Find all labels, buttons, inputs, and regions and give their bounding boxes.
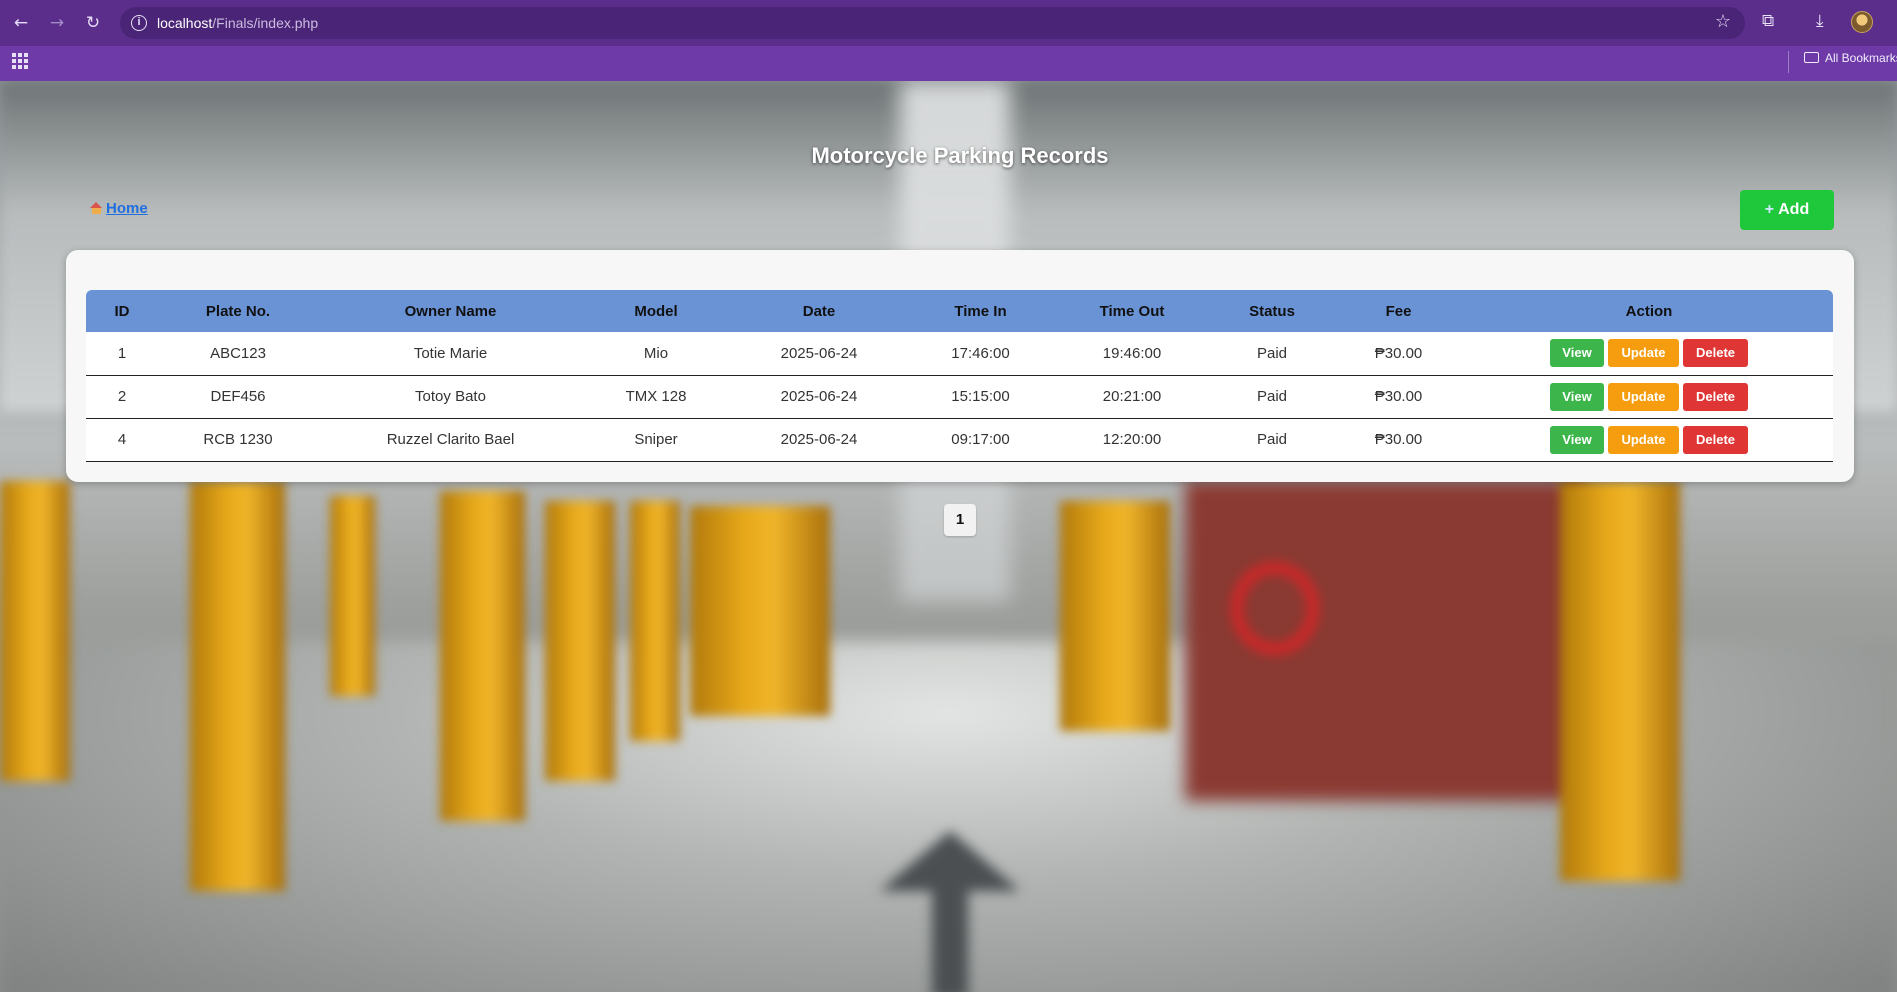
url-path: /Finals/index.php: [212, 15, 319, 31]
home-link[interactable]: Home: [90, 200, 148, 217]
url-text[interactable]: localhost/Finals/index.php: [157, 15, 318, 31]
column-header-date: Date: [802, 302, 836, 320]
cell-time-in: 09:17:00: [909, 418, 1052, 462]
forward-arrow-icon[interactable]: →: [44, 10, 70, 36]
column-header-model: Model: [634, 302, 678, 320]
cell-time-in: 15:15:00: [909, 375, 1052, 419]
cell-model: Sniper: [583, 418, 729, 462]
bookmarks-bar: All Bookmarks: [0, 46, 1897, 81]
background-pillar: [0, 481, 70, 781]
cell-time-in: 17:46:00: [909, 332, 1052, 376]
background-pillar: [1560, 481, 1680, 881]
cell-model: Mio: [583, 332, 729, 376]
cell-fee: ₱30.00: [1332, 418, 1465, 462]
cell-plate: ABC123: [158, 332, 318, 376]
cell-owner: Ruzzel Clarito Bael: [318, 418, 583, 462]
table-row: 2 DEF456 Totoy Bato TMX 128 2025-06-24 1…: [86, 375, 1833, 419]
browser-tab-strip: ← → ↻ i localhost/Finals/index.php ☆ ⧉ ⤓: [0, 0, 1897, 46]
cell-plate: DEF456: [158, 375, 318, 419]
back-arrow-icon[interactable]: ←: [8, 10, 34, 36]
records-table: ID Plate No. Owner Name Model Date Time …: [86, 290, 1833, 462]
cell-fee: ₱30.00: [1332, 332, 1465, 376]
page-title: Motorcycle Parking Records: [811, 143, 1109, 168]
cell-date: 2025-06-24: [729, 332, 909, 376]
cell-time-out: 20:21:00: [1052, 375, 1212, 419]
cell-actions: View Update Delete: [1465, 375, 1833, 419]
cell-time-out: 19:46:00: [1052, 332, 1212, 376]
bookmarks-separator: [1788, 51, 1789, 73]
folder-icon: [1804, 52, 1819, 63]
background-pillar: [1060, 501, 1170, 731]
column-header-time-out: Time Out: [1099, 302, 1165, 320]
records-card: ID Plate No. Owner Name Model Date Time …: [66, 250, 1854, 482]
delete-button[interactable]: Delete: [1683, 382, 1748, 411]
cell-fee: ₱30.00: [1332, 375, 1465, 419]
page-viewport: [0, 81, 1897, 992]
background-pillar: [545, 501, 615, 781]
cell-owner: Totoy Bato: [318, 375, 583, 419]
cell-status: Paid: [1212, 418, 1332, 462]
background-pillar: [330, 496, 375, 696]
cell-time-out: 12:20:00: [1052, 418, 1212, 462]
all-bookmarks-folder[interactable]: All Bookmarks: [1804, 51, 1897, 65]
background-pillar: [630, 501, 680, 741]
cell-actions: View Update Delete: [1465, 418, 1833, 462]
update-button[interactable]: Update: [1608, 339, 1679, 368]
cell-actions: View Update Delete: [1465, 332, 1833, 376]
column-header-plate: Plate No.: [205, 302, 271, 320]
cell-date: 2025-06-24: [729, 375, 909, 419]
cell-status: Paid: [1212, 332, 1332, 376]
column-header-action: Action: [1625, 302, 1673, 320]
apps-grid-icon[interactable]: [12, 53, 28, 69]
add-button[interactable]: + Add: [1740, 190, 1834, 230]
profile-avatar[interactable]: [1851, 11, 1873, 33]
cell-plate: RCB 1230: [158, 418, 318, 462]
update-button[interactable]: Update: [1608, 425, 1679, 454]
background-fire-hose: [1230, 561, 1320, 656]
add-button-label: Add: [1778, 201, 1810, 218]
view-button[interactable]: View: [1550, 382, 1604, 411]
extensions-icon[interactable]: ⧉: [1762, 11, 1774, 31]
cell-id: 1: [86, 332, 158, 376]
cell-date: 2025-06-24: [729, 418, 909, 462]
reload-icon[interactable]: ↻: [80, 10, 106, 36]
url-host: localhost: [157, 15, 213, 31]
cell-model: TMX 128: [583, 375, 729, 419]
table-row: 1 ABC123 Totie Marie Mio 2025-06-24 17:4…: [86, 332, 1833, 376]
cell-owner: Totie Marie: [318, 332, 583, 376]
column-header-owner: Owner Name: [404, 302, 497, 320]
column-header-id: ID: [114, 302, 130, 320]
cell-id: 4: [86, 418, 158, 462]
pagination-page-1[interactable]: 1: [944, 504, 976, 536]
info-icon[interactable]: i: [131, 15, 147, 31]
column-header-fee: Fee: [1385, 302, 1412, 320]
table-row: 4 RCB 1230 Ruzzel Clarito Bael Sniper 20…: [86, 418, 1833, 462]
table-header-row: ID Plate No. Owner Name Model Date Time …: [86, 290, 1833, 332]
view-button[interactable]: View: [1550, 425, 1604, 454]
background-pillar: [190, 481, 285, 891]
home-link-label: Home: [106, 200, 148, 217]
cell-status: Paid: [1212, 375, 1332, 419]
update-button[interactable]: Update: [1608, 382, 1679, 411]
column-header-status: Status: [1249, 302, 1295, 320]
star-icon[interactable]: ☆: [1715, 11, 1731, 32]
background-pillar: [690, 506, 830, 716]
background-pillar: [440, 491, 525, 821]
delete-button[interactable]: Delete: [1683, 339, 1748, 368]
download-icon[interactable]: ⤓: [1816, 11, 1824, 31]
home-icon: [90, 202, 103, 214]
column-header-time-in: Time In: [954, 302, 1007, 320]
floor-arrow-marking: [880, 831, 1020, 992]
cell-id: 2: [86, 375, 158, 419]
delete-button[interactable]: Delete: [1683, 425, 1748, 454]
plus-icon: +: [1764, 201, 1775, 218]
all-bookmarks-label: All Bookmarks: [1825, 51, 1897, 65]
address-bar[interactable]: i localhost/Finals/index.php ☆: [120, 7, 1745, 39]
view-button[interactable]: View: [1550, 339, 1604, 368]
